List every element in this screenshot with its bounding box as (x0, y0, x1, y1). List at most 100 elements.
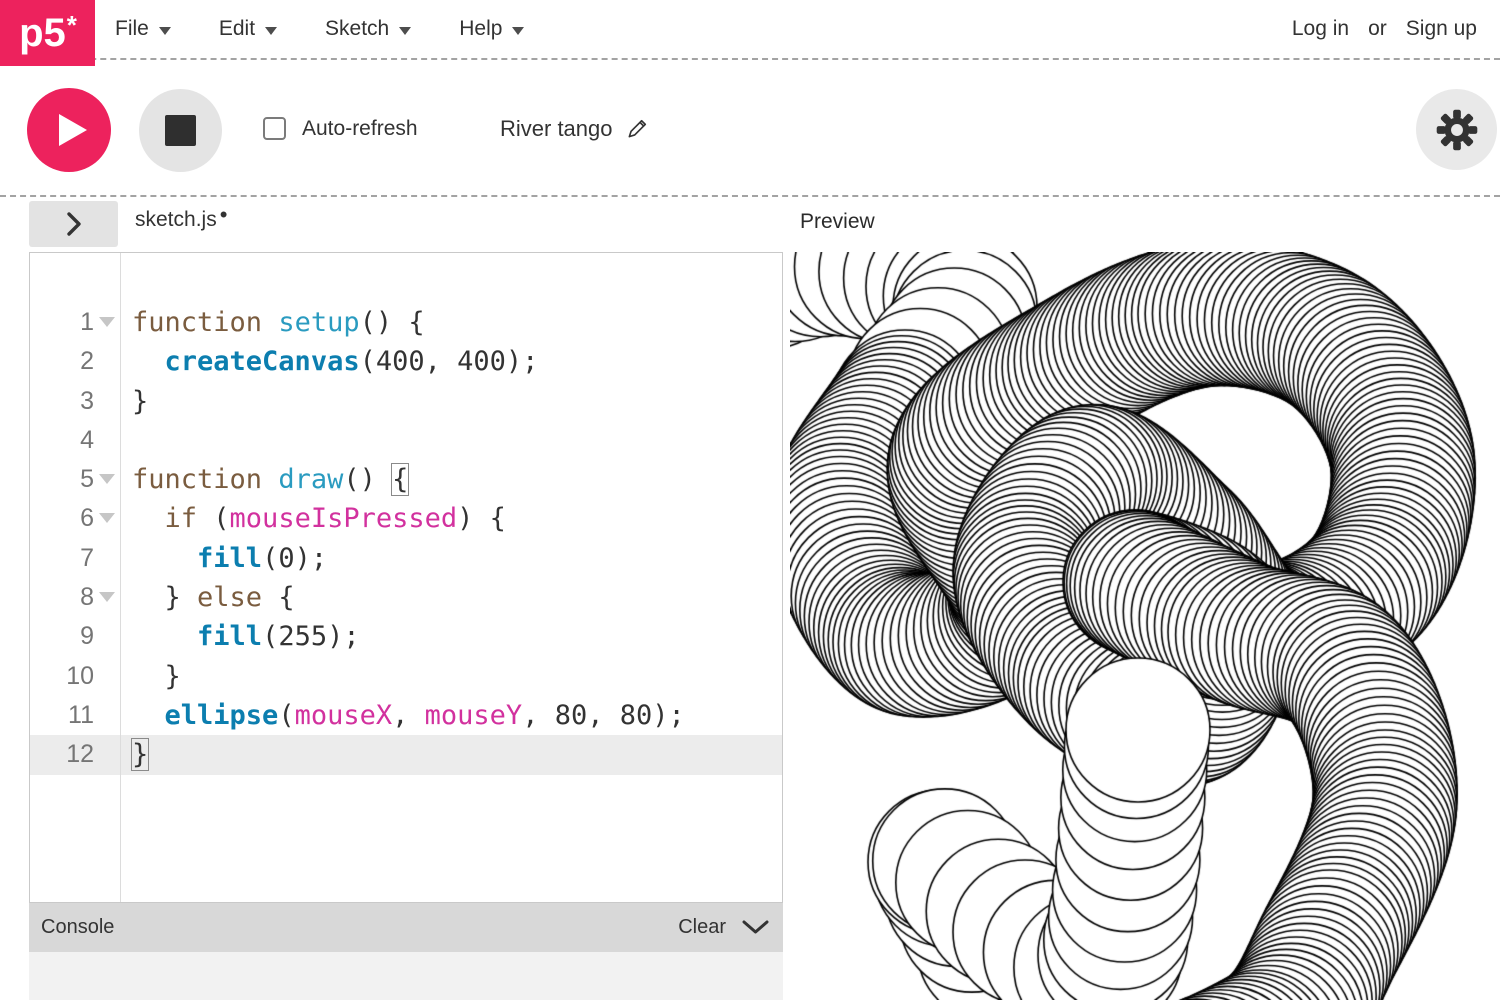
code-text: } else { (120, 578, 295, 617)
code-line-12[interactable]: 12} (30, 735, 782, 774)
stop-icon (165, 115, 196, 146)
chevron-down-icon (265, 27, 277, 35)
menu-label: Help (459, 17, 502, 41)
token-fn: fill (197, 543, 262, 574)
fold-slot (94, 696, 120, 735)
code-lines: 1function setup() {2 createCanvas(400, 4… (30, 253, 782, 775)
play-button[interactable] (27, 88, 111, 172)
code-line-8[interactable]: 8 } else { (30, 578, 782, 617)
auto-refresh-group: Auto-refresh (263, 60, 418, 197)
fold-slot (94, 499, 120, 538)
play-icon (57, 112, 89, 148)
signup-link[interactable]: Sign up (1406, 17, 1477, 41)
chevron-down-icon[interactable] (742, 920, 769, 936)
menu-file[interactable]: File (115, 17, 171, 41)
chevron-down-icon (512, 27, 524, 35)
token-pl: { (262, 582, 295, 613)
token-pl: () (343, 464, 392, 495)
code-line-9[interactable]: 9 fill(255); (30, 617, 782, 656)
code-line-11[interactable]: 11 ellipse(mouseX, mouseY, 80, 80); (30, 696, 782, 735)
sidebar-expand-button[interactable] (29, 201, 118, 247)
fold-arrow-icon[interactable] (99, 513, 115, 523)
menu-label: File (115, 17, 149, 41)
code-text: ellipse(mouseX, mouseY, 80, 80); (120, 696, 685, 735)
sketch-name-group: River tango (500, 60, 649, 197)
code-line-1[interactable]: 1 function setup() { (30, 303, 782, 342)
code-text: } (120, 735, 148, 774)
menu-label: Edit (219, 17, 255, 41)
code-editor[interactable]: 1function setup() {2 createCanvas(400, 4… (29, 252, 783, 903)
logo-text: p5 (19, 11, 66, 56)
token-pl (132, 346, 165, 377)
code-line-3[interactable]: 3} (30, 382, 782, 421)
code-line-10[interactable]: 10 } (30, 657, 782, 696)
code-text: function setup() { (120, 303, 425, 342)
menu-help[interactable]: Help (459, 17, 524, 41)
code-line-4[interactable]: 4 (30, 421, 782, 460)
token-pl: } (132, 386, 148, 417)
fold-slot (94, 421, 120, 460)
auto-refresh-label: Auto-refresh (302, 117, 418, 141)
preview-canvas[interactable] (790, 252, 1500, 1000)
console-output (29, 952, 783, 1000)
token-def: draw (278, 464, 343, 495)
token-fn: ellipse (165, 700, 279, 731)
edit-pencil-icon[interactable] (626, 117, 649, 140)
menu-edit[interactable]: Edit (219, 17, 277, 41)
line-number: 11 (30, 696, 94, 735)
gear-icon (1436, 109, 1478, 151)
sketch-name[interactable]: River tango (500, 116, 613, 142)
line-number: 5 (30, 460, 94, 499)
line-number: 1 (30, 303, 94, 342)
code-line-2[interactable]: 2 createCanvas(400, 400); (30, 342, 782, 381)
token-pl: ( (278, 700, 294, 731)
line-number: 6 (30, 499, 94, 538)
code-line-5[interactable]: 5 function draw() { (30, 460, 782, 499)
preview-label: Preview (800, 210, 875, 234)
menu-label: Sketch (325, 17, 389, 41)
token-pl: } (132, 582, 197, 613)
console-clear-button[interactable]: Clear (678, 916, 726, 939)
token-pl: (400, 400); (360, 346, 539, 377)
token-kw: else (197, 582, 262, 613)
menu-bar: File Edit Sketch Help (115, 0, 524, 58)
fold-slot (94, 617, 120, 656)
code-text (120, 421, 132, 460)
fold-arrow-icon[interactable] (99, 592, 115, 602)
token-pl (262, 464, 278, 495)
console-header: Console Clear (29, 903, 783, 952)
code-text: fill(255); (120, 617, 360, 656)
token-kw: function (132, 464, 262, 495)
token-pl: ( (197, 503, 230, 534)
p5-logo[interactable]: p5* (0, 0, 95, 66)
fold-arrow-icon[interactable] (99, 317, 115, 327)
chevron-down-icon (159, 27, 171, 35)
line-number: 7 (30, 539, 94, 578)
fold-slot (94, 539, 120, 578)
unsaved-indicator: • (220, 208, 228, 222)
token-def: setup (278, 307, 359, 338)
code-text: function draw() { (120, 460, 408, 499)
fold-slot (94, 303, 120, 342)
auth-or-text: or (1368, 17, 1387, 41)
code-text: fill(0); (120, 539, 327, 578)
line-number: 9 (30, 617, 94, 656)
stop-button[interactable] (139, 89, 222, 172)
code-text: createCanvas(400, 400); (120, 342, 538, 381)
settings-button[interactable] (1416, 89, 1497, 170)
fold-arrow-icon[interactable] (99, 474, 115, 484)
line-number: 12 (30, 735, 94, 774)
code-line-7[interactable]: 7 fill(0); (30, 539, 782, 578)
auth-links: Log in or Sign up (1292, 0, 1477, 58)
auto-refresh-checkbox[interactable] (263, 117, 286, 140)
code-text: } (120, 382, 148, 421)
tab-sketch-js[interactable]: sketch.js • (135, 208, 227, 232)
token-fn: fill (197, 621, 262, 652)
menu-sketch[interactable]: Sketch (325, 17, 411, 41)
login-link[interactable]: Log in (1292, 17, 1349, 41)
console-title: Console (41, 916, 114, 939)
code-line-6[interactable]: 6 if (mouseIsPressed) { (30, 499, 782, 538)
fold-slot (94, 382, 120, 421)
line-number: 10 (30, 657, 94, 696)
token-pl: (0); (262, 543, 327, 574)
